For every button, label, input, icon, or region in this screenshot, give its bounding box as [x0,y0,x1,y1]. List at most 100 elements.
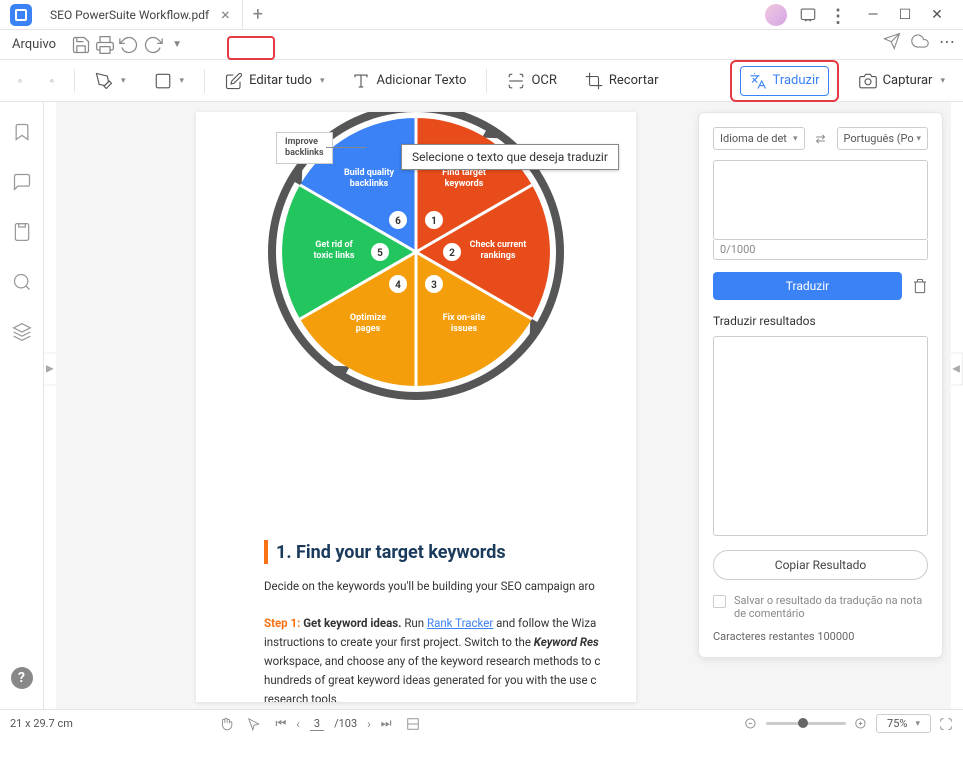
svg-text:5: 5 [377,248,383,259]
doc-paragraph-3: instructions to create your first projec… [264,633,616,651]
translate-panel: Idioma de det▾ ⇄ Português (Po▾ 0/1000 T… [698,112,943,658]
checkbox-label: Salvar o resultado da tradução na nota d… [734,594,928,620]
svg-text:pages: pages [356,324,381,334]
next-page-icon[interactable]: › [367,717,371,731]
source-language-select[interactable]: Idioma de det▾ [713,127,805,150]
svg-text:6: 6 [395,216,401,227]
shape-tool[interactable]: ▾ [146,67,193,95]
add-tab-button[interactable]: + [243,4,273,25]
zoom-in-status-icon[interactable] [854,717,868,731]
send-icon[interactable] [883,32,901,50]
svg-text:toxic links: toxic links [313,251,354,261]
svg-text:4: 4 [395,280,401,291]
chars-remaining-label: Caracteres restantes 100000 [713,630,928,643]
translate-tooltip: Selecione o texto que deseja traduzir [401,144,619,170]
doc-paragraph-4: workspace, and choose any of the keyword… [264,652,616,670]
char-count-label: 0/1000 [713,240,928,260]
bookmark-icon[interactable] [12,122,32,142]
svg-text:1: 1 [431,216,437,227]
swap-languages-button[interactable]: ⇄ [811,132,831,146]
attachment-icon[interactable] [12,222,32,242]
minimize-button[interactable]: — [859,3,887,27]
svg-text:Build quality: Build quality [344,168,395,178]
tab-title: SEO PowerSuite Workflow.pdf [50,8,209,22]
translate-button[interactable]: Traduzir [740,66,829,96]
highlight-inicio [227,36,275,60]
titlebar: SEO PowerSuite Workflow.pdf × + ⋮ — ☐ ✕ [0,0,963,30]
document-tab[interactable]: SEO PowerSuite Workflow.pdf × [38,0,243,29]
zoom-out-icon[interactable] [10,71,30,91]
hand-tool-icon[interactable] [219,717,233,731]
fit-width-icon[interactable] [406,717,420,731]
close-window-button[interactable]: ✕ [923,3,951,27]
translate-input[interactable] [713,160,928,240]
doc-section-heading: 1. Find your target keywords [264,540,506,564]
menubar-more-icon[interactable]: ⋯ [939,32,957,50]
results-heading: Traduzir resultados [713,314,928,328]
highlighter-tool[interactable]: ▾ [87,67,134,95]
app-logo-icon [10,4,32,26]
copy-result-button[interactable]: Copiar Resultado [713,550,928,580]
save-icon[interactable] [71,35,91,55]
edit-all-button[interactable]: Editar tudo▾ [217,67,332,95]
first-page-icon[interactable]: ⏮ [275,716,286,731]
doc-paragraph-2: Step 1: Get keyword ideas. Run Rank Trac… [264,614,616,632]
user-avatar-icon[interactable] [765,4,787,26]
rank-tracker-link[interactable]: Rank Tracker [427,616,493,630]
pdf-page: 1 2 3 4 5 6 Find target keywords Check c… [196,112,636,702]
zoom-slider-thumb[interactable] [798,718,808,728]
svg-text:backlinks: backlinks [350,179,389,189]
svg-text:rankings: rankings [480,251,515,261]
collapse-right-sidebar[interactable]: ◀ [949,352,963,385]
quickbar-caret-icon[interactable]: ▼ [167,35,187,55]
doc-paragraph-5: hundreds of great keyword ideas generate… [264,671,616,689]
last-page-icon[interactable]: ⏭ [381,716,392,731]
main-toolbar: ▾ ▾ Editar tudo▾ Adicionar Texto OCR Rec… [0,60,963,102]
print-icon[interactable] [95,35,115,55]
ocr-button[interactable]: OCR [499,67,564,95]
crop-button[interactable]: Recortar [577,67,667,95]
redo-icon[interactable] [143,35,163,55]
prev-page-icon[interactable]: ‹ [296,717,300,731]
highlight-translate: Traduzir [730,60,839,102]
select-tool-icon[interactable] [247,717,261,731]
svg-text:Optimize: Optimize [350,313,386,323]
file-menu[interactable]: Arquivo [6,37,62,52]
layers-icon[interactable] [12,322,32,342]
zoom-slider[interactable] [766,722,846,725]
maximize-button[interactable]: ☐ [891,3,919,27]
page-number-input[interactable]: 3 [310,717,324,731]
close-tab-icon[interactable]: × [221,5,230,24]
zoom-out-status-icon[interactable] [744,717,758,731]
doc-paragraph-6: research tools. [264,690,616,702]
page-total: /103 [334,717,357,730]
fullscreen-icon[interactable] [939,717,953,731]
save-as-comment-checkbox[interactable] [713,595,726,608]
zoom-percent-dropdown[interactable]: 75%▾ [876,714,931,733]
target-language-select[interactable]: Português (Po▾ [837,127,929,150]
improve-backlinks-label: Improve backlinks [276,132,333,164]
expand-left-sidebar[interactable]: ▶ [44,352,57,385]
add-text-button[interactable]: Adicionar Texto [344,67,474,95]
help-icon[interactable]: ? [11,667,33,689]
clear-icon[interactable] [912,277,928,295]
zoom-in-icon[interactable] [42,71,62,91]
svg-text:3: 3 [431,280,437,291]
do-translate-button[interactable]: Traduzir [713,272,902,300]
page-navigation: ⏮ ‹ 3 /103 › ⏭ [275,716,391,731]
cloud-icon[interactable] [911,32,929,50]
zoom-controls: 75%▾ [744,714,953,733]
svg-text:Fix on-site: Fix on-site [443,313,486,323]
chat-icon[interactable] [799,6,817,24]
svg-text:Check current: Check current [470,240,527,250]
svg-text:issues: issues [451,324,478,334]
search-icon[interactable] [12,272,32,292]
capture-button[interactable]: Capturar▾ [851,67,953,95]
undo-icon[interactable] [119,35,139,55]
more-menu-icon[interactable]: ⋮ [829,6,847,24]
left-sidebar: ? [0,102,44,709]
svg-text:Get rid of: Get rid of [315,240,353,250]
status-bar: 21 x 29.7 cm ⏮ ‹ 3 /103 › ⏭ 75%▾ [0,709,963,737]
svg-text:keywords: keywords [445,179,484,189]
comment-icon[interactable] [12,172,32,192]
